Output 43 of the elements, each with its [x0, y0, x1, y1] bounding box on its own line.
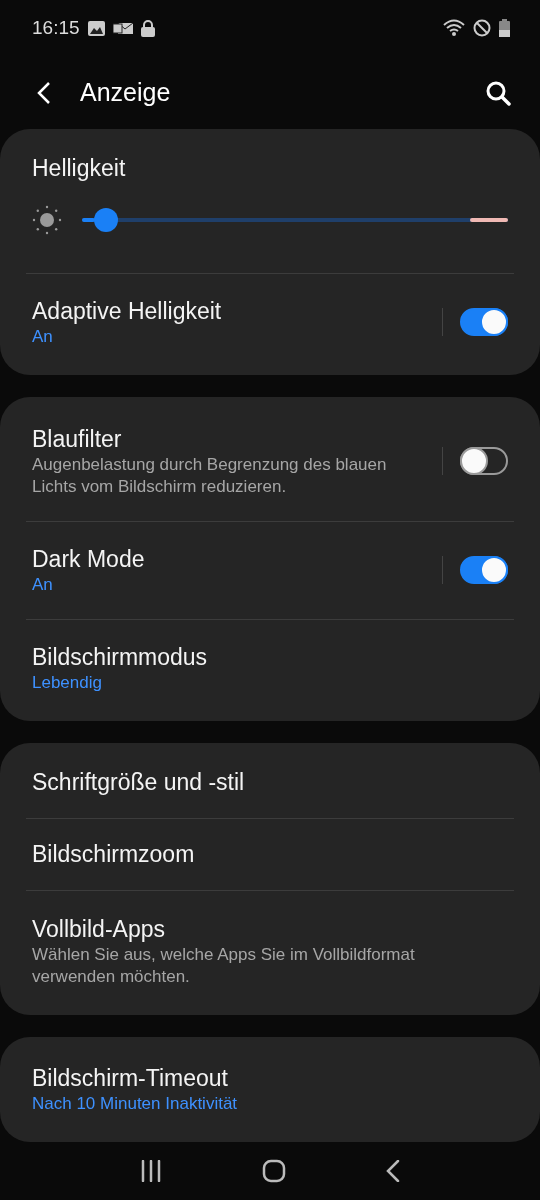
- settings-row[interactable]: Bildschirmzoom: [0, 818, 540, 890]
- setting-title: Bildschirm-Timeout: [32, 1064, 229, 1094]
- back-icon[interactable]: [36, 80, 52, 105]
- back-icon[interactable]: [386, 1159, 400, 1182]
- mail-icon: [112, 20, 133, 36]
- setting-title: Vollbild-Apps: [32, 914, 166, 944]
- home-icon[interactable]: [262, 1158, 286, 1183]
- setting-value: Lebendig: [32, 672, 103, 695]
- setting-title: Bildschirmzoom: [32, 840, 196, 870]
- settings-row[interactable]: Dark Mode An: [0, 521, 540, 619]
- toggle-switch[interactable]: [460, 308, 508, 337]
- slider-thumb[interactable]: [94, 207, 119, 232]
- settings-row[interactable]: Bildschirmmodus Lebendig: [0, 619, 540, 717]
- setting-title: Bildschirmmodus: [32, 643, 209, 673]
- setting-description: Wählen Sie aus, welche Apps Sie im Vollbildformat verwenden möchten.: [32, 943, 416, 988]
- brightness-icon: [32, 204, 62, 235]
- do-not-disturb-icon: [473, 19, 491, 38]
- search-icon[interactable]: [485, 79, 511, 106]
- settings-row[interactable]: Bildschirm-Timeout Nach 10 Minuten Inaktivität: [0, 1040, 540, 1138]
- settings-row[interactable]: Blaufilter Augenbelastung durch Begrenzung des blauen Lichts vom Bildschirm reduzieren.: [0, 400, 540, 521]
- setting-title: Adaptive Helligkeit: [32, 297, 223, 327]
- setting-title: Schriftgröße und -stil: [32, 768, 246, 798]
- setting-value: An: [32, 326, 54, 349]
- lock-icon: [140, 19, 155, 37]
- boost-range: [470, 217, 508, 222]
- setting-value: Nach 10 Minuten Inaktivität: [32, 1093, 239, 1116]
- setting-title: Helligkeit: [32, 153, 127, 183]
- toggle-switch[interactable]: [460, 556, 508, 585]
- setting-description: Augenbelastung durch Begrenzung des blauen Lichts vom Bildschirm reduzieren.: [32, 453, 388, 498]
- toggle-switch[interactable]: [460, 446, 508, 475]
- wifi-icon: [443, 19, 465, 38]
- settings-row[interactable]: Schriftgröße und -stil: [0, 746, 540, 818]
- brightness-slider[interactable]: [82, 207, 508, 232]
- page-title: Anzeige: [80, 78, 171, 107]
- setting-title: Blaufilter: [32, 424, 123, 454]
- setting-title: Dark Mode: [32, 545, 146, 575]
- image-icon: [87, 20, 105, 36]
- battery-icon: [499, 19, 510, 38]
- settings-row[interactable]: Adaptive Helligkeit An: [0, 273, 540, 371]
- recent-apps-icon[interactable]: [140, 1159, 162, 1182]
- settings-row[interactable]: Vollbild-Apps Wählen Sie aus, welche Apps Sie im Vollbildformat verwenden möchten.: [0, 890, 540, 1011]
- status-time: 16:15: [32, 17, 80, 40]
- setting-value: An: [32, 574, 54, 597]
